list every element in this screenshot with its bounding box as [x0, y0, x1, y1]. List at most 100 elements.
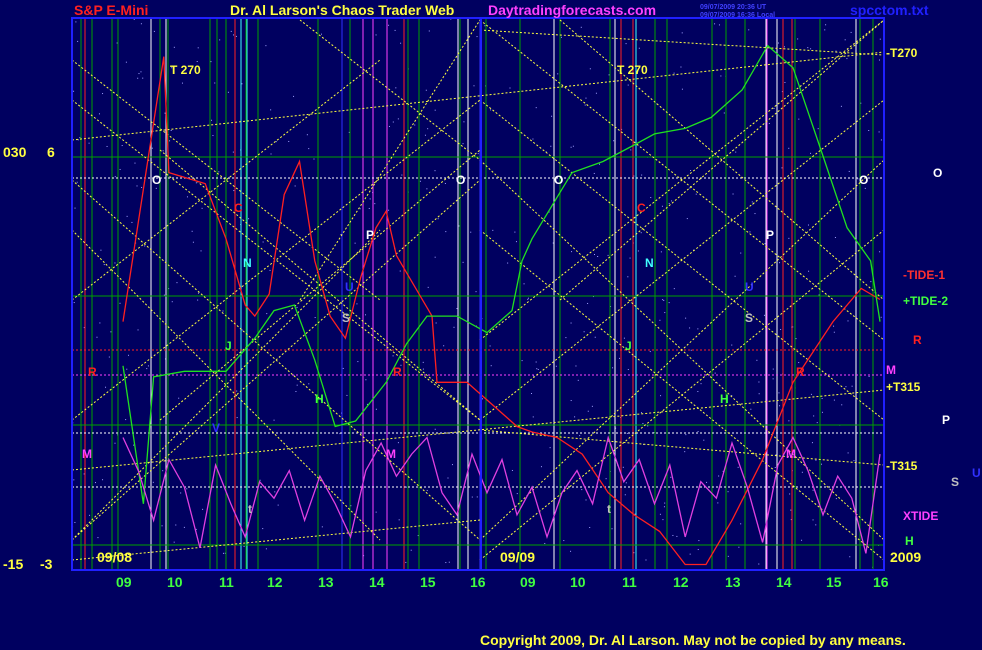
annotation-label: C	[637, 201, 646, 215]
star-dot	[103, 264, 105, 266]
star-dot	[137, 77, 139, 79]
star-dot	[514, 231, 516, 233]
star-dot	[740, 523, 742, 525]
star-dot	[815, 459, 817, 461]
star-dot	[428, 30, 430, 32]
legend-entry: H	[905, 534, 914, 548]
star-dot	[697, 431, 699, 433]
star-dot	[233, 190, 235, 192]
star-dot	[232, 34, 234, 36]
star-dot	[763, 314, 765, 316]
star-dot	[119, 168, 121, 170]
star-dot	[813, 415, 815, 417]
star-dot	[849, 556, 851, 558]
star-dot	[816, 422, 818, 424]
star-dot	[727, 555, 729, 557]
star-dot	[758, 563, 760, 565]
star-dot	[612, 367, 614, 369]
star-dot	[723, 112, 725, 114]
star-dot	[844, 39, 846, 41]
star-dot	[595, 92, 597, 94]
star-dot	[879, 38, 881, 40]
star-dot	[589, 527, 591, 529]
hour-tick-label: 09	[116, 574, 132, 590]
star-dot	[515, 241, 517, 243]
star-dot	[570, 322, 572, 324]
star-dot	[202, 508, 204, 510]
star-dot	[75, 21, 77, 23]
legend-entry: O	[933, 166, 942, 180]
star-dot	[580, 26, 582, 28]
star-dot	[847, 320, 849, 322]
star-dot	[262, 241, 264, 243]
hour-tick-label: 14	[776, 574, 792, 590]
star-dot	[807, 47, 809, 49]
year-label: 2009	[890, 549, 921, 565]
star-dot	[141, 186, 143, 188]
star-dot	[756, 359, 758, 361]
star-dot	[575, 365, 577, 367]
star-dot	[540, 466, 542, 468]
annotation-label: T 270	[170, 63, 201, 77]
annotation-label: N	[645, 256, 654, 270]
star-dot	[706, 481, 708, 483]
star-dot	[365, 379, 367, 381]
legend-entry: U	[972, 466, 981, 480]
star-dot	[346, 394, 348, 396]
star-dot	[790, 509, 792, 511]
star-dot	[834, 236, 836, 238]
star-dot	[535, 107, 537, 109]
star-dot	[106, 145, 108, 147]
star-dot	[662, 299, 664, 301]
star-dot	[137, 329, 139, 331]
annotation-label: T 270	[617, 63, 648, 77]
star-dot	[783, 46, 785, 48]
star-dot	[574, 416, 576, 418]
star-dot	[686, 218, 688, 220]
star-dot	[153, 30, 155, 32]
star-dot	[392, 121, 394, 123]
star-dot	[162, 470, 164, 472]
star-dot	[801, 471, 803, 473]
star-dot	[593, 172, 595, 174]
star-dot	[851, 385, 853, 387]
star-dot	[774, 467, 776, 469]
star-dot	[265, 45, 267, 47]
annotation-label: H	[720, 392, 729, 406]
hour-tick-label: 16	[470, 574, 486, 590]
star-dot	[356, 303, 358, 305]
star-dot	[114, 442, 116, 444]
star-dot	[447, 477, 449, 479]
star-dot	[570, 550, 572, 552]
star-dot	[99, 322, 101, 324]
star-dot	[434, 428, 436, 430]
star-dot	[560, 36, 562, 38]
star-dot	[840, 105, 842, 107]
star-dot	[105, 386, 107, 388]
star-dot	[236, 390, 238, 392]
star-dot	[664, 312, 666, 314]
star-dot	[833, 331, 835, 333]
star-dot	[259, 479, 261, 481]
star-dot	[173, 46, 175, 48]
star-dot	[523, 283, 525, 285]
annotation-label: M	[786, 447, 796, 461]
star-dot	[571, 251, 573, 253]
annotation-label: O	[152, 173, 161, 187]
star-dot	[633, 552, 635, 554]
star-dot	[288, 140, 290, 142]
star-dot	[625, 482, 627, 484]
star-dot	[555, 365, 557, 367]
star-dot	[136, 185, 138, 187]
star-dot	[642, 422, 644, 424]
star-dot	[685, 317, 687, 319]
star-dot	[241, 83, 243, 85]
star-dot	[817, 128, 819, 130]
star-dot	[210, 61, 212, 63]
star-dot	[357, 361, 359, 363]
star-dot	[835, 498, 837, 500]
star-dot	[222, 310, 224, 312]
star-dot	[737, 466, 739, 468]
star-dot	[308, 383, 310, 385]
star-dot	[627, 84, 629, 86]
